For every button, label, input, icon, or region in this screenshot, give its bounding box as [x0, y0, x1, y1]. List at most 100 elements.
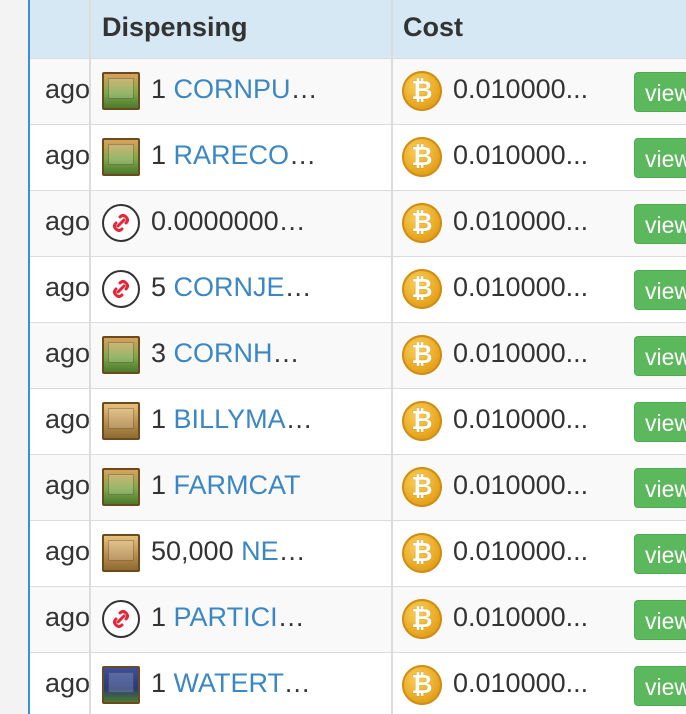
- asset-amount: 1 RARECORN: [151, 140, 319, 171]
- cornpuff-card-icon: [102, 72, 140, 110]
- cost-value: 0.010000...: [453, 602, 589, 632]
- cost-value: 0.010000...: [453, 272, 589, 302]
- column-divider: [391, 521, 393, 586]
- column-divider: [391, 191, 393, 256]
- table-row: ago 1 PARTICIPATOR ₿ 0.010000... view: [30, 586, 686, 652]
- column-divider: [391, 0, 393, 58]
- table-row: ago 1 CORNPUFF ₿ 0.010000... view: [30, 58, 686, 124]
- asset-quantity: 1: [151, 140, 167, 170]
- table-row: ago 1 WATERTOWER ₿ 0.010000... view: [30, 652, 686, 714]
- asset-link[interactable]: RARECORN: [174, 140, 319, 170]
- view-button[interactable]: view: [634, 204, 686, 244]
- dispensers-table: Dispensing Cost ago 1 CORNPUFF ₿ 0.01000…: [30, 0, 686, 714]
- time-ago: ago: [44, 602, 90, 632]
- asset-quantity: 3: [151, 338, 167, 368]
- asset-amount: 1 BILLYMAIZE: [151, 404, 319, 435]
- table-row: ago 0.00000001 XCP ₿ 0.010000... view: [30, 190, 686, 256]
- bitcoin-icon: ₿: [402, 335, 442, 375]
- table-row: ago 1 FARMCAT ₿ 0.010000... view: [30, 454, 686, 520]
- asset-link[interactable]: FARMCAT: [174, 470, 301, 500]
- time-ago: ago: [44, 74, 90, 104]
- asset-quantity: 50,000: [151, 536, 234, 566]
- time-ago: ago: [44, 140, 90, 170]
- cost-value: 0.010000...: [453, 404, 589, 434]
- time-ago: ago: [44, 470, 90, 500]
- time-ago: ago: [44, 272, 90, 302]
- asset-amount: 3 CORNHOLIO: [151, 338, 319, 369]
- asset-amount: 1 FARMCAT: [151, 470, 319, 501]
- time-ago: ago: [44, 338, 90, 368]
- asset-quantity: 1: [151, 602, 167, 632]
- cost-value: 0.010000...: [453, 668, 589, 698]
- cost-value: 0.010000...: [453, 338, 589, 368]
- asset-amount: 1 PARTICIPATOR: [151, 602, 319, 633]
- view-button[interactable]: view: [634, 534, 686, 574]
- asset-quantity: 1: [151, 404, 167, 434]
- header-dispensing[interactable]: Dispensing: [102, 12, 248, 43]
- asset-quantity: 1: [151, 668, 167, 698]
- time-ago: ago: [44, 206, 90, 236]
- asset-quantity: 1: [151, 74, 167, 104]
- column-divider: [89, 0, 91, 58]
- cost-value: 0.010000...: [453, 206, 589, 236]
- view-button[interactable]: view: [634, 72, 686, 112]
- newbit-card-icon: [102, 534, 140, 572]
- table-header: Dispensing Cost: [30, 0, 686, 58]
- view-button[interactable]: view: [634, 666, 686, 706]
- column-divider: [391, 257, 393, 322]
- asset-link[interactable]: NEWBIT...: [241, 536, 319, 566]
- bitcoin-icon: ₿: [402, 401, 442, 441]
- counterparty-icon: [102, 270, 140, 308]
- asset-link[interactable]: WATERTOWER: [174, 668, 319, 698]
- asset-link[interactable]: PARTICIPATOR: [174, 602, 319, 632]
- asset-link[interactable]: BILLYMAIZE: [174, 404, 319, 434]
- column-divider: [391, 653, 393, 714]
- asset-quantity: 0.00000001: [151, 206, 294, 236]
- bitcoin-icon: ₿: [402, 203, 442, 243]
- counterparty-icon: [102, 204, 140, 242]
- time-ago: ago: [44, 536, 90, 566]
- bitcoin-icon: ₿: [402, 467, 442, 507]
- watertower-card-icon: [102, 666, 140, 704]
- bitcoin-icon: ₿: [402, 533, 442, 573]
- farmcat-card-icon: [102, 468, 140, 506]
- time-ago: ago: [44, 668, 90, 698]
- asset-amount: 1 WATERTOWER: [151, 668, 319, 699]
- asset-link[interactable]: CORNJELLY: [174, 272, 319, 302]
- asset-link[interactable]: CORNHOLIO: [174, 338, 319, 368]
- asset-link[interactable]: CORNPUFF: [174, 74, 319, 104]
- column-divider: [391, 323, 393, 388]
- table-row: ago 50,000 NEWBIT... ₿ 0.010000... view: [30, 520, 686, 586]
- bitcoin-icon: ₿: [402, 269, 442, 309]
- view-button[interactable]: view: [634, 468, 686, 508]
- view-button[interactable]: view: [634, 270, 686, 310]
- cost-value: 0.010000...: [453, 140, 589, 170]
- header-cost[interactable]: Cost: [403, 12, 463, 43]
- asset-amount: 1 CORNPUFF: [151, 74, 319, 105]
- view-button[interactable]: view: [634, 336, 686, 376]
- column-divider: [391, 587, 393, 652]
- bitcoin-icon: ₿: [402, 71, 442, 111]
- asset-amount: 5 CORNJELLY: [151, 272, 319, 303]
- cost-value: 0.010000...: [453, 536, 589, 566]
- rarecorn-card-icon: [102, 138, 140, 176]
- counterparty-icon: [102, 600, 140, 638]
- cost-value: 0.010000...: [453, 74, 589, 104]
- column-divider: [391, 59, 393, 124]
- bitcoin-icon: ₿: [402, 665, 442, 705]
- table-row: ago 3 CORNHOLIO ₿ 0.010000... view: [30, 322, 686, 388]
- column-divider: [391, 455, 393, 520]
- bitcoin-icon: ₿: [402, 137, 442, 177]
- bitcoin-icon: ₿: [402, 599, 442, 639]
- table-row: ago 1 RARECORN ₿ 0.010000... view: [30, 124, 686, 190]
- billymaize-card-icon: [102, 402, 140, 440]
- asset-amount: 50,000 NEWBIT...: [151, 536, 319, 567]
- view-button[interactable]: view: [634, 402, 686, 442]
- view-button[interactable]: view: [634, 138, 686, 178]
- column-divider: [391, 389, 393, 454]
- time-ago: ago: [44, 404, 90, 434]
- asset-quantity: 5: [151, 272, 167, 302]
- view-button[interactable]: view: [634, 600, 686, 640]
- asset-amount: 0.00000001 XCP: [151, 206, 319, 237]
- asset-quantity: 1: [151, 470, 167, 500]
